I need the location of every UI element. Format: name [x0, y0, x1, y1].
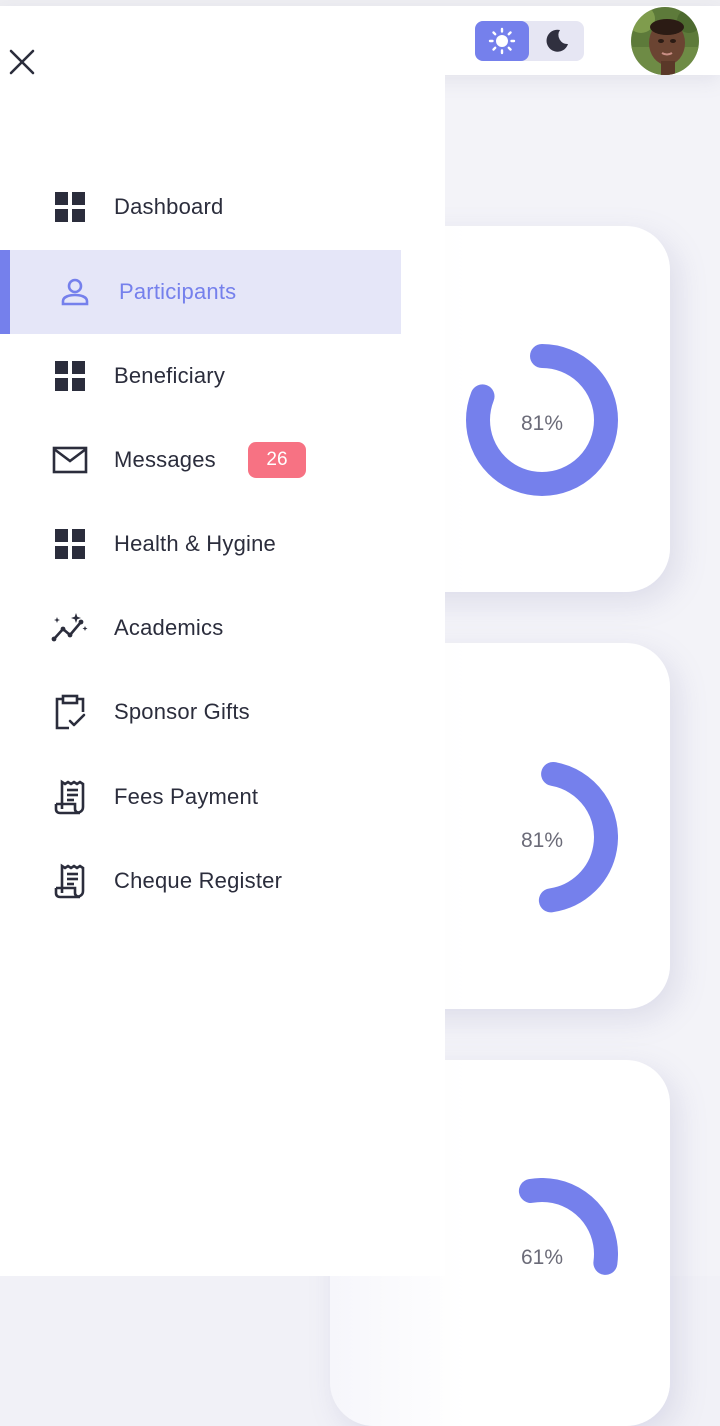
grid-icon: [50, 356, 90, 396]
avatar[interactable]: [631, 7, 699, 75]
moon-icon: [546, 29, 568, 52]
nav-label: Health & Hygine: [114, 531, 276, 556]
mail-icon: [50, 440, 90, 480]
sun-icon: [488, 27, 516, 55]
grid-icon: [50, 524, 90, 564]
nav-item-beneficiary[interactable]: Beneficiary: [0, 334, 401, 418]
nav-item-health-hygine[interactable]: Health & Hygine: [0, 502, 401, 586]
clipboard-check-icon: [50, 692, 90, 732]
message-count-badge: 26: [248, 442, 306, 478]
percent-label: 81%: [520, 829, 564, 852]
dark-theme-button[interactable]: [530, 21, 584, 61]
percent-label: 61%: [520, 1246, 564, 1269]
nav-label: Dashboard: [114, 194, 224, 219]
person-icon: [55, 272, 95, 312]
light-theme-button[interactable]: [475, 21, 529, 61]
receipt-icon: [50, 861, 90, 901]
nav-label: Academics: [114, 615, 224, 640]
nav-label: Beneficiary: [114, 363, 226, 388]
percent-label: 81%: [520, 412, 564, 435]
nav-item-participants[interactable]: Participants: [0, 250, 401, 334]
nav-item-sponsor-gifts[interactable]: Sponsor Gifts: [0, 670, 401, 754]
nav-label: Fees Payment: [114, 784, 259, 809]
nav-item-messages[interactable]: Messages 26: [0, 418, 401, 502]
nav-item-fees-payment[interactable]: Fees Payment: [0, 755, 401, 839]
navigation-drawer: Dashboard Participants Beneficiary Messa…: [0, 6, 445, 1276]
nav-item-dashboard[interactable]: Dashboard: [0, 165, 401, 249]
grid-icon: [50, 187, 90, 227]
receipt-icon: [50, 777, 90, 817]
nav-item-academics[interactable]: Academics: [0, 586, 401, 670]
user-avatar-photo: [631, 7, 699, 75]
close-button[interactable]: [6, 46, 38, 78]
theme-toggle[interactable]: [475, 21, 584, 61]
close-icon: [9, 49, 35, 75]
sparkle-chart-icon: [50, 608, 90, 648]
nav-label: Cheque Register: [114, 868, 283, 893]
nav-label: Sponsor Gifts: [114, 699, 250, 724]
nav-item-cheque-register[interactable]: Cheque Register: [0, 839, 401, 923]
nav-label: Participants: [119, 279, 237, 304]
nav-label: Messages: [114, 447, 216, 472]
